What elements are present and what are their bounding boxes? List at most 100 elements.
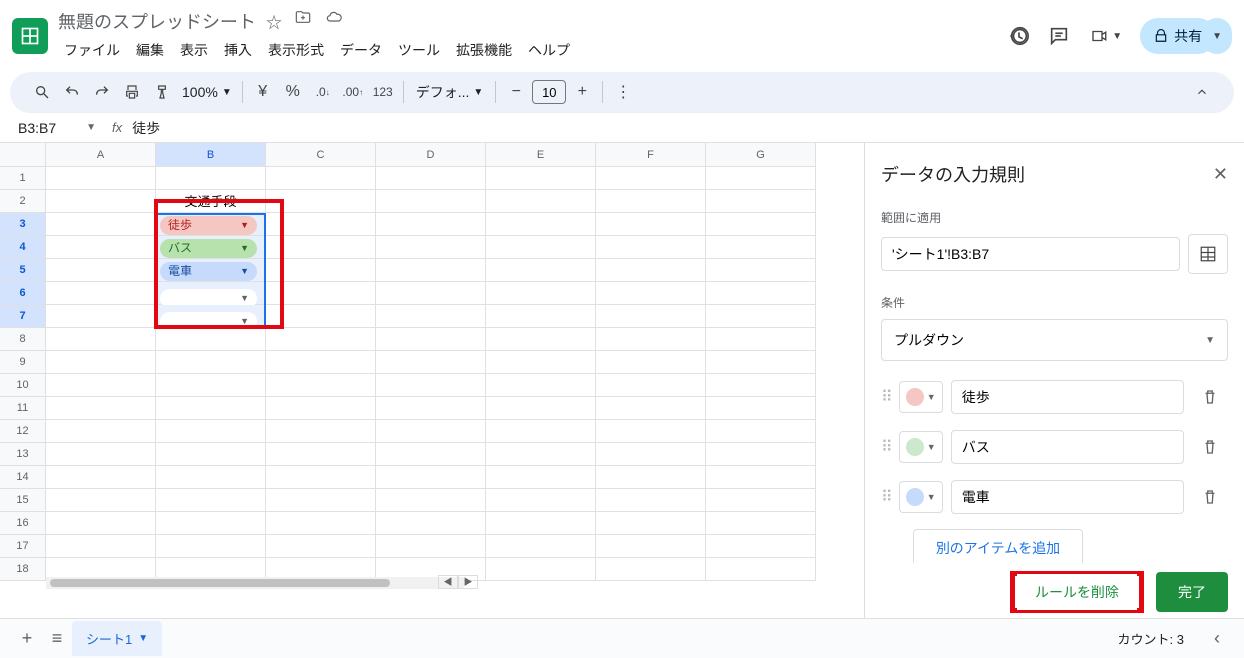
undo-icon[interactable] bbox=[58, 78, 86, 106]
cell-G18[interactable] bbox=[706, 558, 816, 581]
row-7[interactable]: 7 bbox=[0, 305, 46, 328]
cell-B3[interactable]: 徒歩▼ bbox=[156, 213, 266, 236]
option-input-1[interactable] bbox=[951, 430, 1184, 464]
cell-F6[interactable] bbox=[596, 282, 706, 305]
row-5[interactable]: 5 bbox=[0, 259, 46, 282]
redo-icon[interactable] bbox=[88, 78, 116, 106]
cell-G4[interactable] bbox=[706, 236, 816, 259]
cell-C17[interactable] bbox=[266, 535, 376, 558]
menu-format[interactable]: 表示形式 bbox=[262, 36, 330, 64]
all-sheets-icon[interactable]: ≡ bbox=[42, 624, 72, 654]
cell-D17[interactable] bbox=[376, 535, 486, 558]
cell-D8[interactable] bbox=[376, 328, 486, 351]
cell-E18[interactable] bbox=[486, 558, 596, 581]
cell-E17[interactable] bbox=[486, 535, 596, 558]
row-13[interactable]: 13 bbox=[0, 443, 46, 466]
cell-G1[interactable] bbox=[706, 167, 816, 190]
share-dropdown[interactable]: ▼ bbox=[1202, 18, 1232, 54]
menu-help[interactable]: ヘルプ bbox=[522, 36, 576, 64]
select-range-icon[interactable] bbox=[1188, 234, 1228, 274]
cell-D6[interactable] bbox=[376, 282, 486, 305]
row-16[interactable]: 16 bbox=[0, 512, 46, 535]
cell-G13[interactable] bbox=[706, 443, 816, 466]
cell-G9[interactable] bbox=[706, 351, 816, 374]
row-6[interactable]: 6 bbox=[0, 282, 46, 305]
delete-option-icon[interactable] bbox=[1192, 429, 1228, 465]
cell-D11[interactable] bbox=[376, 397, 486, 420]
cell-B6[interactable]: ▼ bbox=[156, 282, 266, 305]
cell-D16[interactable] bbox=[376, 512, 486, 535]
font-select[interactable]: デフォ... ▼ bbox=[410, 82, 490, 102]
col-F[interactable]: F bbox=[596, 143, 706, 167]
cell-F7[interactable] bbox=[596, 305, 706, 328]
h-scrollbar[interactable] bbox=[46, 577, 464, 589]
cell-A8[interactable] bbox=[46, 328, 156, 351]
col-G[interactable]: G bbox=[706, 143, 816, 167]
row-11[interactable]: 11 bbox=[0, 397, 46, 420]
cell-F15[interactable] bbox=[596, 489, 706, 512]
cell-F2[interactable] bbox=[596, 190, 706, 213]
col-B[interactable]: B bbox=[156, 143, 266, 167]
cell-G11[interactable] bbox=[706, 397, 816, 420]
cell-C7[interactable] bbox=[266, 305, 376, 328]
search-icon[interactable] bbox=[28, 78, 56, 106]
cell-D1[interactable] bbox=[376, 167, 486, 190]
cell-C11[interactable] bbox=[266, 397, 376, 420]
row-15[interactable]: 15 bbox=[0, 489, 46, 512]
cell-G15[interactable] bbox=[706, 489, 816, 512]
cell-F10[interactable] bbox=[596, 374, 706, 397]
row-18[interactable]: 18 bbox=[0, 558, 46, 581]
cell-A16[interactable] bbox=[46, 512, 156, 535]
color-chip-1[interactable]: ▼ bbox=[899, 431, 943, 463]
font-size-input[interactable]: 10 bbox=[532, 80, 566, 104]
cell-G14[interactable] bbox=[706, 466, 816, 489]
cell-E9[interactable] bbox=[486, 351, 596, 374]
cell-A13[interactable] bbox=[46, 443, 156, 466]
move-icon[interactable] bbox=[294, 9, 312, 33]
history-icon[interactable] bbox=[1008, 25, 1030, 47]
cell-E1[interactable] bbox=[486, 167, 596, 190]
cell-D5[interactable] bbox=[376, 259, 486, 282]
cell-C3[interactable] bbox=[266, 213, 376, 236]
cell-D13[interactable] bbox=[376, 443, 486, 466]
cell-B13[interactable] bbox=[156, 443, 266, 466]
delete-rule-button[interactable]: ルールを削除 bbox=[1017, 574, 1137, 610]
cell-F12[interactable] bbox=[596, 420, 706, 443]
cloud-icon[interactable] bbox=[324, 9, 344, 33]
color-chip-2[interactable]: ▼ bbox=[899, 481, 943, 513]
cell-B15[interactable] bbox=[156, 489, 266, 512]
row-4[interactable]: 4 bbox=[0, 236, 46, 259]
cell-B9[interactable] bbox=[156, 351, 266, 374]
cell-A15[interactable] bbox=[46, 489, 156, 512]
col-E[interactable]: E bbox=[486, 143, 596, 167]
cell-D12[interactable] bbox=[376, 420, 486, 443]
cell-A5[interactable] bbox=[46, 259, 156, 282]
cell-C1[interactable] bbox=[266, 167, 376, 190]
cell-F5[interactable] bbox=[596, 259, 706, 282]
cell-D10[interactable] bbox=[376, 374, 486, 397]
cell-D9[interactable] bbox=[376, 351, 486, 374]
cell-C15[interactable] bbox=[266, 489, 376, 512]
cell-G16[interactable] bbox=[706, 512, 816, 535]
font-size-minus[interactable]: − bbox=[502, 78, 530, 106]
doc-title[interactable]: 無題のスプレッドシート bbox=[58, 8, 256, 34]
cell-G17[interactable] bbox=[706, 535, 816, 558]
cell-F16[interactable] bbox=[596, 512, 706, 535]
cell-E2[interactable] bbox=[486, 190, 596, 213]
cell-F3[interactable] bbox=[596, 213, 706, 236]
cell-B8[interactable] bbox=[156, 328, 266, 351]
cell-C9[interactable] bbox=[266, 351, 376, 374]
currency-icon[interactable]: ¥ bbox=[249, 78, 277, 106]
row-14[interactable]: 14 bbox=[0, 466, 46, 489]
col-A[interactable]: A bbox=[46, 143, 156, 167]
menu-data[interactable]: データ bbox=[334, 36, 388, 64]
cell-G12[interactable] bbox=[706, 420, 816, 443]
cell-A9[interactable] bbox=[46, 351, 156, 374]
menu-insert[interactable]: 挿入 bbox=[218, 36, 258, 64]
cell-E4[interactable] bbox=[486, 236, 596, 259]
cell-A10[interactable] bbox=[46, 374, 156, 397]
delete-option-icon[interactable] bbox=[1192, 379, 1228, 415]
color-chip-0[interactable]: ▼ bbox=[899, 381, 943, 413]
cell-C16[interactable] bbox=[266, 512, 376, 535]
cell-B14[interactable] bbox=[156, 466, 266, 489]
